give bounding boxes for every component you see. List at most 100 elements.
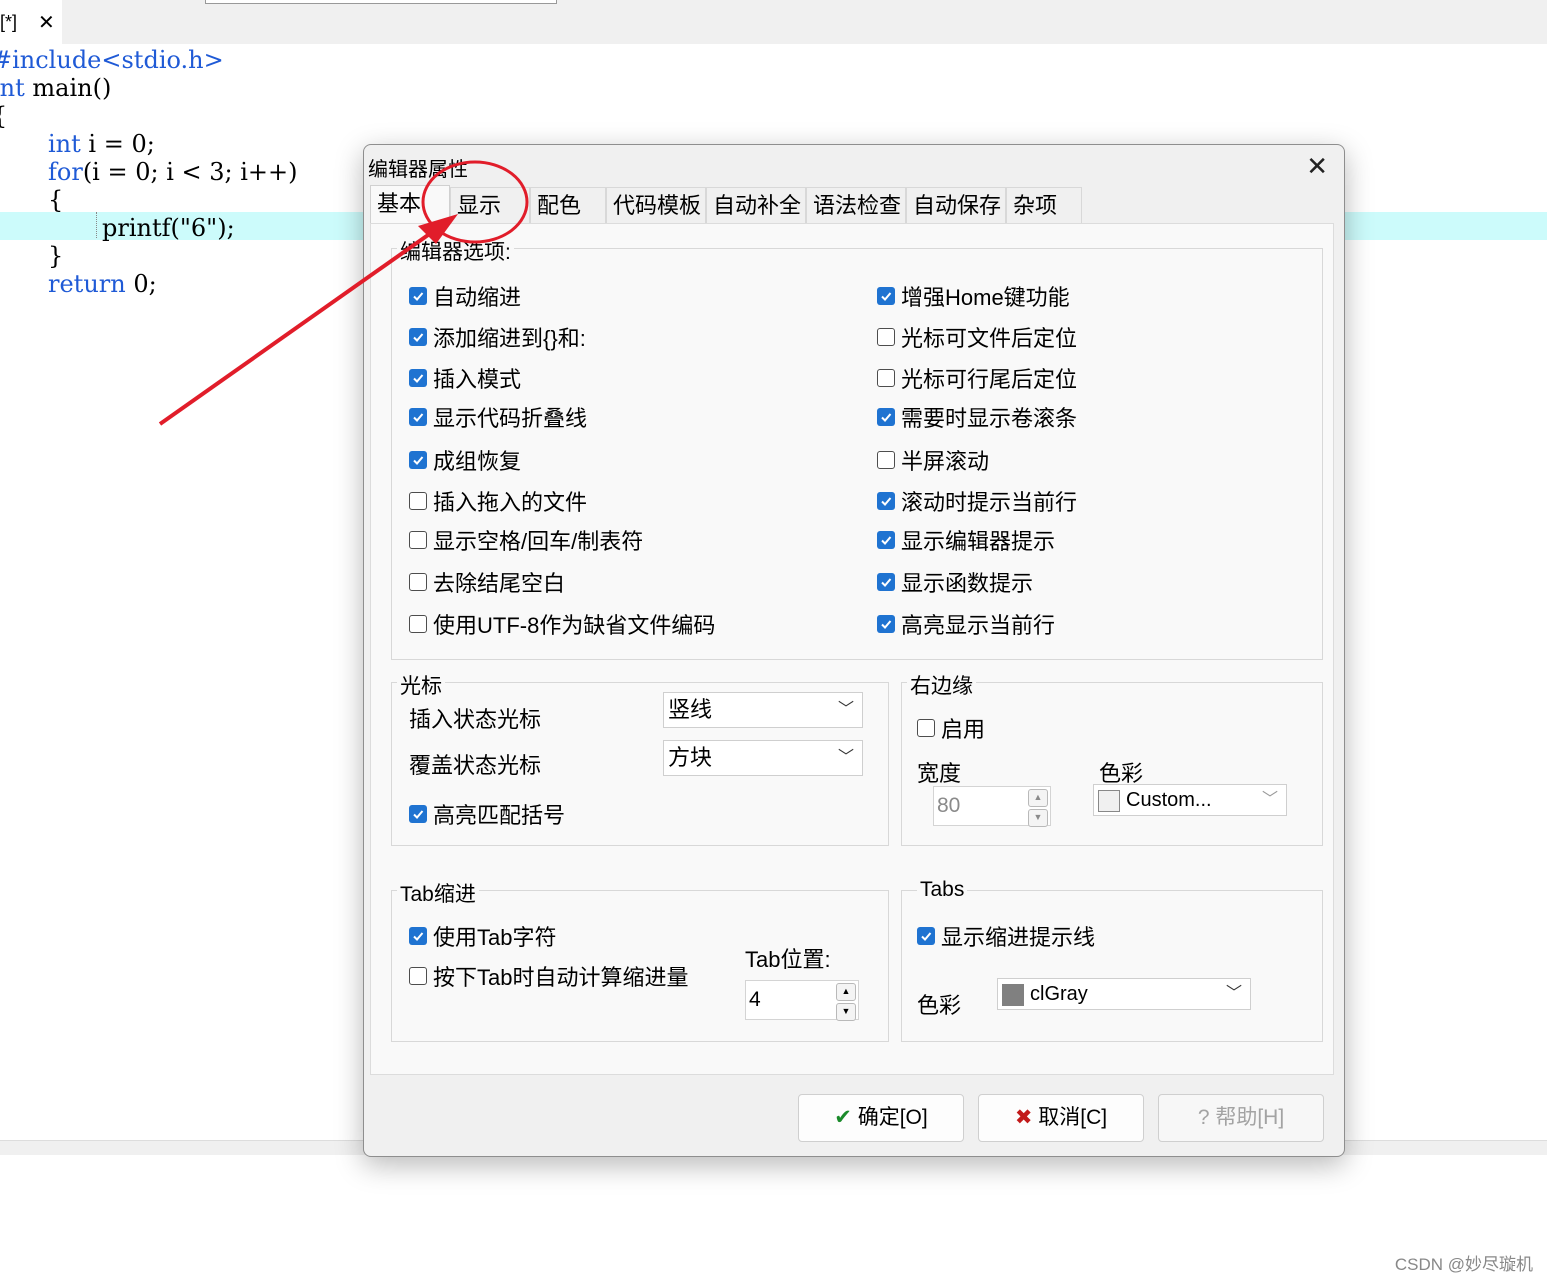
right-margin-width-input[interactable]: 80 ▲ ▼ xyxy=(933,786,1051,827)
editor-tab-bar: [*] ✕ xyxy=(0,0,1547,44)
tab-basic[interactable]: 基本 xyxy=(370,185,450,223)
option-label: 光标可行尾后定位 xyxy=(901,367,1078,392)
option-checkbox[interactable]: 滚动时提示当前行 xyxy=(877,485,1077,517)
option-label: 显示空格/回车/制表符 xyxy=(433,529,644,554)
caret-group-title: 光标 xyxy=(397,670,445,700)
ok-button-label: 确定[O] xyxy=(857,1106,928,1129)
cancel-button[interactable]: ✖ 取消[C] xyxy=(978,1094,1144,1142)
option-label: 半屏滚动 xyxy=(901,449,990,474)
spin-buttons[interactable]: ▲ ▼ xyxy=(1028,789,1048,827)
option-checkbox[interactable]: 自动缩进 xyxy=(409,280,521,312)
tab-color[interactable]: 配色 xyxy=(530,187,606,223)
checkbox-unchecked-icon xyxy=(409,615,427,633)
show-indent-guides-label: 显示缩进提示线 xyxy=(941,925,1096,950)
spin-down-icon[interactable]: ▼ xyxy=(1028,809,1048,827)
editor-options-group xyxy=(391,248,1323,660)
option-label: 滚动时提示当前行 xyxy=(901,490,1078,515)
right-margin-enable-label: 启用 xyxy=(941,717,986,742)
option-checkbox[interactable]: 添加缩进到{}和: xyxy=(409,321,586,353)
right-margin-color-value: Custom... xyxy=(1126,789,1212,811)
option-label: 使用UTF-8作为缺省文件编码 xyxy=(433,613,716,638)
option-label: 显示函数提示 xyxy=(901,571,1034,596)
tab-panel-basic: 编辑器选项: 自动缩进 添加缩进到{}和: 插入模式 显示代码折叠线 成组恢复 插入拖入的… xyxy=(370,223,1334,1075)
option-label: 自动缩进 xyxy=(433,285,522,310)
checkbox-checked-icon xyxy=(917,927,935,945)
cross-icon: ✖ xyxy=(1014,1106,1033,1129)
help-button[interactable]: ? 帮助[H] xyxy=(1158,1094,1324,1142)
option-checkbox[interactable]: 显示函数提示 xyxy=(877,566,1033,598)
tab-display[interactable]: 显示 xyxy=(450,187,530,223)
overwrite-caret-select[interactable]: 方块 ﹀ xyxy=(663,740,863,776)
editor-properties-dialog: 编辑器属性 ✕ 基本 显示 配色 代码模板 自动补全 语法检查 自动保存 杂项 … xyxy=(363,144,1345,1157)
dialog-title: 编辑器属性 xyxy=(368,159,468,181)
auto-calc-indent-checkbox[interactable]: 按下Tab时自动计算缩进量 xyxy=(409,960,688,992)
right-margin-color-select[interactable]: Custom... ﹀ xyxy=(1093,784,1287,816)
watermark: CSDN @妙尽璇机 xyxy=(1394,1255,1533,1274)
option-checkbox[interactable]: 半屏滚动 xyxy=(877,444,989,476)
spin-buttons[interactable]: ▲ ▼ xyxy=(836,983,856,1021)
chevron-down-icon: ﹀ xyxy=(837,749,854,766)
checkbox-unchecked-icon xyxy=(409,531,427,549)
editor-file-tab[interactable]: [*] ✕ xyxy=(0,0,62,44)
tab-position-label: Tab位置: xyxy=(745,947,831,972)
option-label: 显示代码折叠线 xyxy=(433,406,588,431)
right-margin-enable-checkbox[interactable]: 启用 xyxy=(917,712,985,744)
tab-syntax-check[interactable]: 语法检查 xyxy=(806,187,906,223)
use-tab-char-checkbox[interactable]: 使用Tab字符 xyxy=(409,920,556,952)
checkbox-unchecked-icon xyxy=(917,719,935,737)
tab-strip-edge xyxy=(205,0,557,4)
right-margin-width-label: 宽度 xyxy=(917,761,962,786)
overwrite-caret-label: 覆盖状态光标 xyxy=(409,753,542,778)
option-label: 显示编辑器提示 xyxy=(901,529,1056,554)
option-checkbox[interactable]: 增强Home键功能 xyxy=(877,280,1070,312)
tabs-color-value: clGray xyxy=(1030,983,1088,1005)
tabs-group xyxy=(901,890,1323,1042)
option-checkbox[interactable]: 显示代码折叠线 xyxy=(409,401,587,433)
checkbox-unchecked-icon xyxy=(877,451,895,469)
chevron-down-icon: ﹀ xyxy=(1225,985,1242,1002)
tab-autosave[interactable]: 自动保存 xyxy=(906,187,1006,223)
option-checkbox[interactable]: 显示编辑器提示 xyxy=(877,524,1055,556)
editor-tab-label: [*] xyxy=(0,12,18,32)
tab-misc[interactable]: 杂项 xyxy=(1006,187,1082,223)
option-checkbox[interactable]: 需要时显示卷滚条 xyxy=(877,401,1077,433)
tab-code-templates[interactable]: 代码模板 xyxy=(606,187,706,223)
insert-caret-select[interactable]: 竖线 ﹀ xyxy=(663,692,863,728)
option-label: 插入拖入的文件 xyxy=(433,490,588,515)
option-label: 添加缩进到{}和: xyxy=(433,326,586,351)
spin-up-icon[interactable]: ▲ xyxy=(1028,789,1048,807)
match-brackets-checkbox[interactable]: 高亮匹配括号 xyxy=(409,798,565,830)
auto-calc-indent-label: 按下Tab时自动计算缩进量 xyxy=(433,965,689,990)
match-brackets-label: 高亮匹配括号 xyxy=(433,803,566,828)
checkmark-icon: ✔ xyxy=(834,1106,852,1129)
code-line-3: { xyxy=(0,102,7,130)
chevron-down-icon: ﹀ xyxy=(1261,791,1278,808)
option-checkbox[interactable]: 显示空格/回车/制表符 xyxy=(409,524,643,556)
tab-autocomplete[interactable]: 自动补全 xyxy=(706,187,806,223)
ok-button[interactable]: ✔ 确定[O] xyxy=(798,1094,964,1142)
close-icon[interactable]: ✕ xyxy=(38,10,55,35)
option-checkbox[interactable]: 去除结尾空白 xyxy=(409,566,565,598)
spin-down-icon[interactable]: ▼ xyxy=(836,1003,856,1021)
close-icon[interactable]: ✕ xyxy=(1306,151,1328,182)
spin-up-icon[interactable]: ▲ xyxy=(836,983,856,1001)
show-indent-guides-checkbox[interactable]: 显示缩进提示线 xyxy=(917,920,1095,952)
tab-position-input[interactable]: 4 ▲ ▼ xyxy=(745,980,859,1021)
checkbox-checked-icon xyxy=(409,408,427,426)
tabs-group-title: Tabs xyxy=(917,878,968,902)
checkbox-checked-icon xyxy=(409,369,427,387)
tabs-color-select[interactable]: clGray ﹀ xyxy=(997,978,1251,1010)
option-checkbox[interactable]: 成组恢复 xyxy=(409,444,521,476)
option-checkbox[interactable]: 光标可文件后定位 xyxy=(877,321,1077,353)
checkbox-checked-icon xyxy=(877,573,895,591)
insert-caret-label: 插入状态光标 xyxy=(409,707,542,732)
checkbox-unchecked-icon xyxy=(877,369,895,387)
option-checkbox[interactable]: 高亮显示当前行 xyxy=(877,608,1055,640)
help-button-label: 帮助[H] xyxy=(1215,1106,1285,1129)
option-checkbox[interactable]: 插入拖入的文件 xyxy=(409,485,587,517)
option-checkbox[interactable]: 光标可行尾后定位 xyxy=(877,362,1077,394)
checkbox-checked-icon xyxy=(877,531,895,549)
checkbox-checked-icon xyxy=(409,927,427,945)
option-checkbox[interactable]: 插入模式 xyxy=(409,362,521,394)
option-checkbox[interactable]: 使用UTF-8作为缺省文件编码 xyxy=(409,608,715,640)
